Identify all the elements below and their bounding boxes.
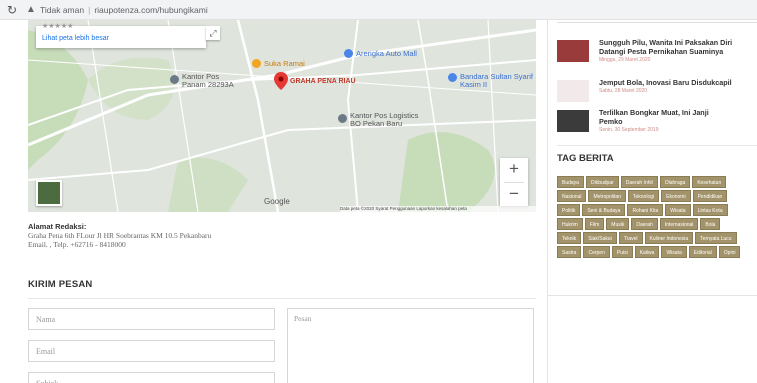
arengka-marker-icon[interactable] — [344, 49, 353, 58]
zoom-out-button[interactable]: − — [500, 183, 528, 207]
map-info-box: ★★★★★ Lihat peta lebih besar — [36, 23, 206, 48]
tag-item[interactable]: Daerah Inhil — [620, 176, 658, 188]
tag-item[interactable]: Siak/Sakai — [583, 232, 617, 244]
enlarge-map-link[interactable]: Lihat peta lebih besar — [42, 35, 109, 42]
sidebar-bottom-line — [547, 295, 757, 296]
tag-item[interactable]: Internasional — [659, 218, 699, 230]
email-input[interactable]: Email — [28, 340, 275, 362]
tag-item[interactable]: Ekonomi — [661, 190, 691, 202]
address-block: Alamat Redaksi: Graha Pena 6th FLour Jl … — [28, 222, 211, 249]
news-title[interactable]: Terlilkan Bongkar Muat, Ini Janji Pemko — [599, 108, 719, 126]
tag-item[interactable]: Bola — [700, 218, 721, 230]
tag-list: Budaya Dikbudpar Daerah Inhil Olahraga Keseh… — [557, 176, 745, 258]
url-separator: | — [88, 5, 91, 15]
subject-input[interactable]: Subjek — [28, 372, 275, 383]
name-input[interactable]: Nama — [28, 308, 275, 330]
url-domain: riaupotenza.com — [94, 5, 158, 15]
news-thumbnail[interactable] — [557, 80, 589, 102]
message-textarea[interactable]: Pesan — [287, 308, 534, 383]
contact-divider — [28, 298, 536, 299]
news-title[interactable]: Sungguh Pilu, Wanita Ini Paksakan Diri D… — [599, 38, 757, 56]
tag-item[interactable]: Film — [584, 218, 605, 230]
tag-item[interactable]: Wisata — [665, 204, 691, 216]
sidebar-divider — [547, 20, 548, 383]
news-title[interactable]: Jemput Bola, Inovasi Baru Disdukcapil — [599, 78, 757, 87]
map-label-bandara[interactable]: Bandara Sultan Syarif Kasim II — [460, 73, 534, 89]
address-line-2: Email. , Telp. +62716 - 8418000 — [28, 240, 126, 249]
address-line-1: Graha Pena 6th FLour Jl HR Soebrantas KM… — [28, 231, 212, 240]
tag-item[interactable]: Editorial — [688, 246, 717, 258]
graha-pena-pin-icon[interactable] — [274, 72, 288, 90]
zoom-control: + − — [500, 158, 528, 206]
tag-item[interactable]: Musik — [606, 218, 630, 230]
map-label-suka-ramai[interactable]: Suka Ramai — [264, 60, 305, 68]
news-date: Senin, 30 September 2019 — [599, 127, 659, 133]
tag-item[interactable]: Metropolitan — [588, 190, 626, 202]
tag-item[interactable]: Ternyata Lucu — [695, 232, 737, 244]
warning-icon[interactable]: ▲ — [26, 4, 36, 15]
tag-item[interactable]: Dikbudpar — [585, 176, 619, 188]
tag-item[interactable]: Puisi — [611, 246, 633, 258]
reload-icon[interactable]: ↻ — [7, 3, 17, 17]
map-footer[interactable]: Data peta ©2020 Syarat Penggunaan Lapork… — [340, 206, 536, 212]
tag-section-title: TAG BERITA — [557, 153, 614, 164]
bandara-marker-icon[interactable] — [448, 73, 457, 82]
tag-item[interactable]: Nasional — [557, 190, 587, 202]
zoom-in-button[interactable]: + — [500, 158, 528, 182]
sidebar-top-line — [557, 22, 757, 23]
tag-item[interactable]: Kesehatan — [692, 176, 727, 188]
news-date: Minggu, 29 Maret 2020 — [599, 57, 651, 63]
embedded-map[interactable]: ★★★★★ Lihat peta lebih besar ⤢ Suka Rama… — [28, 20, 536, 212]
tag-item[interactable]: Rohani Kita — [627, 204, 664, 216]
map-label-arengka[interactable]: Arengka Auto Mall — [356, 50, 417, 58]
contact-heading: KIRIM PESAN — [28, 279, 93, 290]
tag-item[interactable]: Teknik — [557, 232, 582, 244]
tag-item[interactable]: Travel — [618, 232, 643, 244]
tag-item[interactable]: Pendidikan — [692, 190, 728, 202]
map-label-kantor-pos-panam[interactable]: Kantor Pos Panam 28293A — [182, 73, 242, 89]
tag-item[interactable]: Cerpen — [583, 246, 610, 258]
news-thumbnail[interactable] — [557, 40, 589, 62]
tag-item[interactable]: Olahraga — [659, 176, 691, 188]
tag-item[interactable]: Wisata — [661, 246, 687, 258]
tag-item[interactable]: Kaliwa — [634, 246, 660, 258]
news-thumbnail[interactable] — [557, 110, 589, 132]
map-background — [28, 20, 536, 212]
rating-stars: ★★★★★ — [42, 23, 74, 30]
kantor-pos-panam-marker-icon[interactable] — [170, 75, 179, 84]
news-date: Sabtu, 28 Maret 2020 — [599, 88, 648, 94]
tag-item[interactable]: Seni & Budaya — [582, 204, 626, 216]
tag-item[interactable]: Politik — [557, 204, 581, 216]
google-logo: Google — [264, 197, 290, 206]
tag-item[interactable]: Hukrim — [557, 218, 583, 230]
kantor-pos-logistik-marker-icon[interactable] — [338, 114, 347, 123]
tag-item[interactable]: Budaya — [557, 176, 584, 188]
map-label-kantor-pos-logistik[interactable]: Kantor Pos Logistics BO Pekan Baru — [350, 112, 430, 128]
tag-item[interactable]: Opini — [718, 246, 741, 258]
address-title: Alamat Redaksi: — [28, 222, 87, 231]
news-item[interactable]: Terlilkan Bongkar Muat, Ini Janji Pemko … — [557, 108, 757, 138]
tag-item[interactable]: Daerah — [631, 218, 658, 230]
browser-address-bar: ↻ ▲ Tidak aman | riaupotenza.com/hubungika… — [0, 0, 757, 20]
tag-item[interactable]: Teknologi — [627, 190, 660, 202]
url-path: /hubungikami — [157, 5, 208, 15]
map-label-graha-pena[interactable]: GRAHA PENA RIAU — [290, 78, 356, 86]
fullscreen-icon[interactable]: ⤢ — [206, 26, 220, 40]
satellite-toggle[interactable] — [36, 180, 62, 206]
tag-item[interactable]: Kuliner Indonesia — [644, 232, 694, 244]
sidebar-separator — [557, 145, 757, 146]
tag-item[interactable]: Sastra — [557, 246, 582, 258]
news-item[interactable]: Jemput Bola, Inovasi Baru Disdukcapil Sa… — [557, 78, 757, 102]
url-text[interactable]: Tidak aman | riaupotenza.com/hubungikami — [40, 5, 208, 15]
suka-ramai-marker-icon[interactable] — [252, 59, 261, 68]
tag-item[interactable]: Lintas Kota — [692, 204, 728, 216]
news-item[interactable]: Sungguh Pilu, Wanita Ini Paksakan Diri D… — [557, 38, 757, 66]
security-label: Tidak aman — [40, 5, 85, 15]
